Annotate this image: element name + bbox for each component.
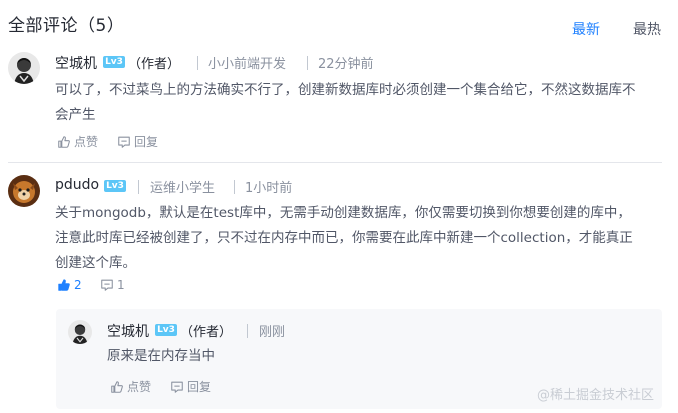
comment-content-line: 创建这个库。 bbox=[55, 255, 136, 271]
meta-divider bbox=[138, 180, 139, 194]
comment-divider bbox=[8, 162, 662, 163]
level-badge-icon: Lv3 bbox=[104, 180, 126, 192]
avatar-pdudo[interactable] bbox=[8, 175, 40, 207]
thumbs-up-icon bbox=[58, 135, 70, 148]
like-label: 点赞 bbox=[74, 135, 99, 149]
meta-divider bbox=[247, 324, 248, 338]
comments-title: 全部评论（5） bbox=[8, 16, 125, 36]
author-tag: （作者） bbox=[128, 57, 181, 72]
comment-content: 关于mongodb，默认是在test库中，无需手动创建数据库，你仅需要切换到你想… bbox=[55, 201, 665, 276]
author-tag: （作者） bbox=[180, 325, 233, 340]
comment-icon bbox=[101, 279, 113, 291]
reply-label: 回复 bbox=[187, 380, 212, 394]
comment-time: 22分钟前 bbox=[318, 57, 374, 72]
level-badge-icon: Lv3 bbox=[155, 324, 177, 336]
comments-header: 全部评论（5） 最新 最热 bbox=[0, 0, 678, 48]
comment-content-line: 会产生 bbox=[55, 107, 96, 123]
like-label: 点赞 bbox=[127, 380, 152, 394]
comment-content-line: 可以了，不过菜鸟上的方法确实不行了，创建新数据库时必须创建一个集合给它，不然这数… bbox=[55, 82, 636, 98]
comment-icon bbox=[171, 381, 183, 393]
comment-content-line: 关于mongodb，默认是在test库中，无需手动创建数据库，你仅需要切换到你想… bbox=[55, 205, 631, 221]
comment-content: 可以了，不过菜鸟上的方法确实不行了，创建新数据库时必须创建一个集合给它，不然这数… bbox=[55, 78, 665, 128]
comment-author-name[interactable]: pdudo bbox=[55, 177, 99, 193]
reply-button[interactable]: 回复 bbox=[117, 133, 158, 150]
comment-content-line: 注意此时库已经被创建了，只不过在内存中而已，你需要在此库中新建一个collect… bbox=[55, 230, 633, 246]
sort-latest-tab[interactable]: 最新 bbox=[572, 19, 600, 39]
reply-count: 1 bbox=[117, 278, 125, 292]
meta-divider bbox=[307, 56, 308, 70]
reply-label: 回复 bbox=[134, 135, 159, 149]
avatar-kongchengji[interactable] bbox=[68, 320, 92, 344]
like-button[interactable]: 点赞 bbox=[57, 133, 98, 150]
comment-icon bbox=[118, 136, 130, 148]
thumbs-up-icon bbox=[111, 380, 123, 393]
meta-divider bbox=[197, 56, 198, 70]
watermark: @稀土掘金技术社区 bbox=[537, 388, 655, 403]
like-button[interactable]: 2 bbox=[57, 278, 82, 292]
like-button[interactable]: 点赞 bbox=[110, 378, 151, 395]
reply-content: 原来是在内存当中 bbox=[107, 348, 215, 364]
thumbs-up-icon bbox=[58, 279, 70, 291]
sort-hot-tab[interactable]: 最热 bbox=[633, 19, 661, 39]
reply-time: 刚刚 bbox=[259, 325, 286, 340]
author-title: 运维小学生 bbox=[150, 181, 216, 196]
reply-author-name[interactable]: 空城机 bbox=[107, 321, 149, 341]
like-count: 2 bbox=[74, 278, 82, 292]
reply-button[interactable]: 1 bbox=[100, 278, 125, 292]
avatar-kongchengji[interactable] bbox=[8, 52, 40, 84]
meta-divider bbox=[234, 180, 235, 194]
level-badge-icon: Lv3 bbox=[103, 56, 125, 68]
comment-time: 1小时前 bbox=[245, 181, 293, 196]
reply-button[interactable]: 回复 bbox=[170, 378, 211, 395]
author-title: 小小前端开发 bbox=[208, 57, 287, 72]
comment-author-name[interactable]: 空城机 bbox=[55, 53, 97, 73]
